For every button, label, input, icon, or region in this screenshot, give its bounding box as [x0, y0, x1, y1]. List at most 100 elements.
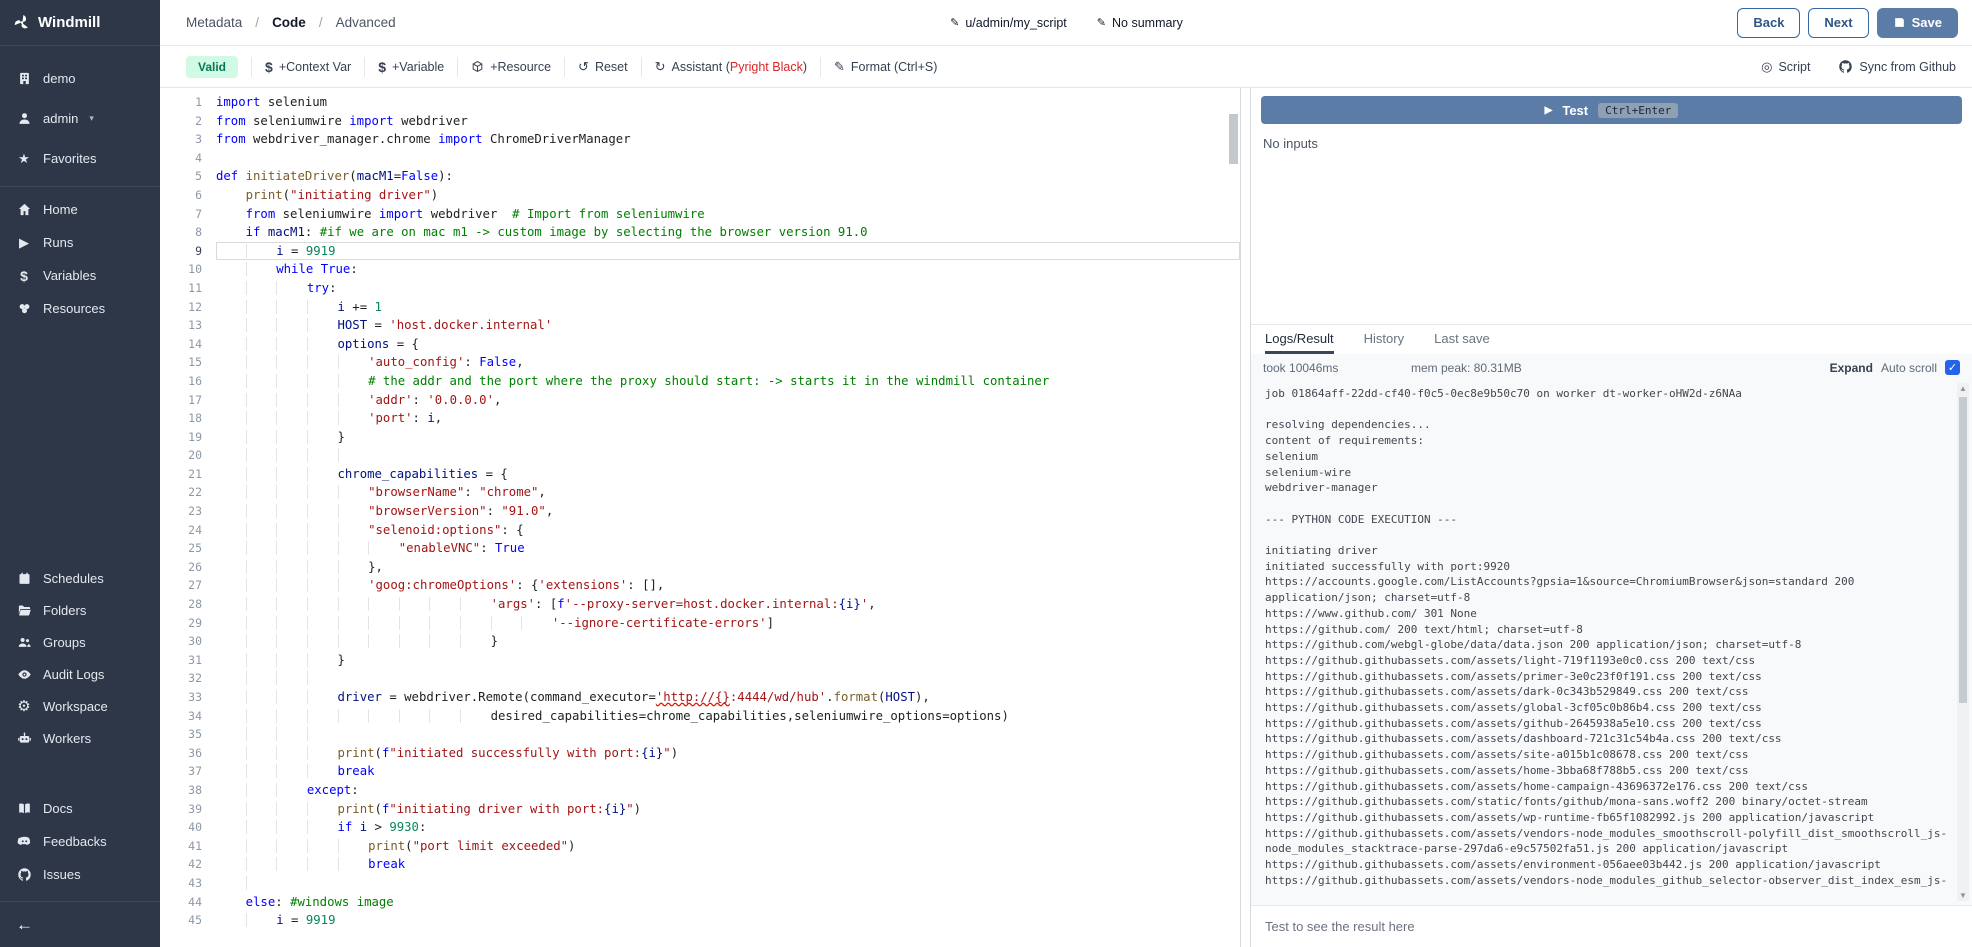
line-number[interactable]: 42 [160, 855, 202, 874]
line-number[interactable]: 17 [160, 391, 202, 410]
code-line[interactable]: 34 desired_capabilities=chrome_capabilit… [160, 707, 1240, 726]
line-number[interactable]: 38 [160, 781, 202, 800]
autoscroll-checkbox[interactable]: ✓ [1945, 360, 1960, 375]
app-logo[interactable]: Windmill [0, 0, 160, 46]
sidebar-item-admin[interactable]: admin▾ [0, 98, 160, 138]
line-number[interactable]: 12 [160, 298, 202, 317]
panel-resize-handle[interactable] [1241, 88, 1250, 947]
sidebar-collapse-button[interactable]: ← [0, 901, 160, 947]
sync-from-github-button[interactable]: Sync from Github [1838, 59, 1956, 74]
sidebar-item-home[interactable]: Home [0, 193, 160, 226]
code-line[interactable]: 41 print("port limit exceeded") [160, 837, 1240, 856]
code-line[interactable]: 22 "browserName": "chrome", [160, 483, 1240, 502]
line-number[interactable]: 34 [160, 707, 202, 726]
line-number[interactable]: 30 [160, 632, 202, 651]
line-number[interactable]: 8 [160, 223, 202, 242]
code-line[interactable]: 5def initiateDriver(macM1=False): [160, 167, 1240, 186]
scroll-down-icon[interactable]: ▼ [1957, 891, 1969, 900]
format-ctrl-s-button[interactable]: ✎Format (Ctrl+S) [834, 60, 937, 74]
line-number[interactable]: 25 [160, 539, 202, 558]
line-number[interactable]: 10 [160, 260, 202, 279]
line-number[interactable]: 22 [160, 483, 202, 502]
code-line[interactable]: 9 i = 9919 [160, 242, 1240, 261]
line-number[interactable]: 1 [160, 93, 202, 112]
line-number[interactable]: 39 [160, 800, 202, 819]
code-line[interactable]: 35 [160, 725, 1240, 744]
code-line[interactable]: 4 [160, 149, 1240, 168]
code-line[interactable]: 24 "selenoid:options": { [160, 521, 1240, 540]
line-number[interactable]: 41 [160, 837, 202, 856]
line-number[interactable]: 4 [160, 149, 202, 168]
scroll-up-icon[interactable]: ▲ [1957, 384, 1969, 393]
sidebar-item-docs[interactable]: Docs [0, 792, 160, 825]
line-number[interactable]: 36 [160, 744, 202, 763]
code-line[interactable]: 2from seleniumwire import webdriver [160, 112, 1240, 131]
sidebar-item-runs[interactable]: ▶Runs [0, 226, 160, 259]
line-number[interactable]: 35 [160, 725, 202, 744]
expand-button[interactable]: Expand [1830, 361, 1873, 375]
sidebar-item-schedules[interactable]: Schedules [0, 562, 160, 594]
line-number[interactable]: 44 [160, 893, 202, 912]
tab-logs-result[interactable]: Logs/Result [1265, 325, 1334, 354]
line-number[interactable]: 18 [160, 409, 202, 428]
script-path[interactable]: ✎ u/admin/my_script [950, 16, 1067, 30]
code-line[interactable]: 29 '--ignore-certificate-errors'] [160, 614, 1240, 633]
code-line[interactable]: 25 "enableVNC": True [160, 539, 1240, 558]
code-line[interactable]: 36 print(f"initiated successfully with p… [160, 744, 1240, 763]
sidebar-item-favorites[interactable]: ★Favorites [0, 138, 160, 178]
line-number[interactable]: 7 [160, 205, 202, 224]
back-button[interactable]: Back [1737, 8, 1800, 38]
code-line[interactable]: 19 } [160, 428, 1240, 447]
code-line[interactable]: 39 print(f"initiating driver with port:{… [160, 800, 1240, 819]
code-line[interactable]: 31 } [160, 651, 1240, 670]
line-number[interactable]: 2 [160, 112, 202, 131]
tab-history[interactable]: History [1364, 325, 1404, 354]
code-line[interactable]: 23 "browserVersion": "91.0", [160, 502, 1240, 521]
next-button[interactable]: Next [1808, 8, 1868, 38]
code-line[interactable]: 38 except: [160, 781, 1240, 800]
script-summary[interactable]: ✎ No summary [1097, 16, 1183, 30]
line-number[interactable]: 20 [160, 446, 202, 465]
sidebar-item-folders[interactable]: Folders [0, 594, 160, 626]
sidebar-item-workers[interactable]: Workers [0, 722, 160, 754]
line-number[interactable]: 15 [160, 353, 202, 372]
code-line[interactable]: 10 while True: [160, 260, 1240, 279]
editor-scrollbar[interactable] [1229, 114, 1238, 164]
code-line[interactable]: 43 [160, 874, 1240, 893]
sidebar-item-feedbacks[interactable]: Feedbacks [0, 825, 160, 858]
code-line[interactable]: 30 } [160, 632, 1240, 651]
code-line[interactable]: 12 i += 1 [160, 298, 1240, 317]
code-line[interactable]: 27 'goog:chromeOptions': {'extensions': … [160, 576, 1240, 595]
code-line[interactable]: 7 from seleniumwire import webdriver # I… [160, 205, 1240, 224]
line-number[interactable]: 29 [160, 614, 202, 633]
code-line[interactable]: 6 print("initiating driver") [160, 186, 1240, 205]
code-line[interactable]: 21 chrome_capabilities = { [160, 465, 1240, 484]
code-line[interactable]: 11 try: [160, 279, 1240, 298]
variable-button[interactable]: $+Variable [378, 60, 444, 74]
code-line[interactable]: 44 else: #windows image [160, 893, 1240, 912]
code-line[interactable]: 13 HOST = 'host.docker.internal' [160, 316, 1240, 335]
tab-advanced[interactable]: Advanced [336, 15, 396, 30]
assistant-button[interactable]: ↻Assistant (Pyright Black) [655, 60, 807, 74]
resource-button[interactable]: +Resource [471, 60, 551, 74]
line-number[interactable]: 32 [160, 669, 202, 688]
line-number[interactable]: 31 [160, 651, 202, 670]
line-number[interactable]: 13 [160, 316, 202, 335]
sidebar-item-issues[interactable]: Issues [0, 858, 160, 891]
code-line[interactable]: 33 driver = webdriver.Remote(command_exe… [160, 688, 1240, 707]
tab-last-save[interactable]: Last save [1434, 325, 1490, 354]
code-editor[interactable]: 1import selenium2from seleniumwire impor… [160, 88, 1241, 947]
line-number[interactable]: 27 [160, 576, 202, 595]
line-number[interactable]: 5 [160, 167, 202, 186]
script-button[interactable]: ◎Script [1761, 59, 1810, 74]
line-number[interactable]: 33 [160, 688, 202, 707]
code-line[interactable]: 3from webdriver_manager.chrome import Ch… [160, 130, 1240, 149]
code-line[interactable]: 8 if macM1: #if we are on mac m1 -> cust… [160, 223, 1240, 242]
context-var-button[interactable]: $+Context Var [265, 60, 351, 74]
line-number[interactable]: 16 [160, 372, 202, 391]
line-number[interactable]: 37 [160, 762, 202, 781]
code-line[interactable]: 1import selenium [160, 93, 1240, 112]
line-number[interactable]: 14 [160, 335, 202, 354]
line-number[interactable]: 45 [160, 911, 202, 930]
log-scrollbar-handle[interactable] [1959, 397, 1967, 703]
